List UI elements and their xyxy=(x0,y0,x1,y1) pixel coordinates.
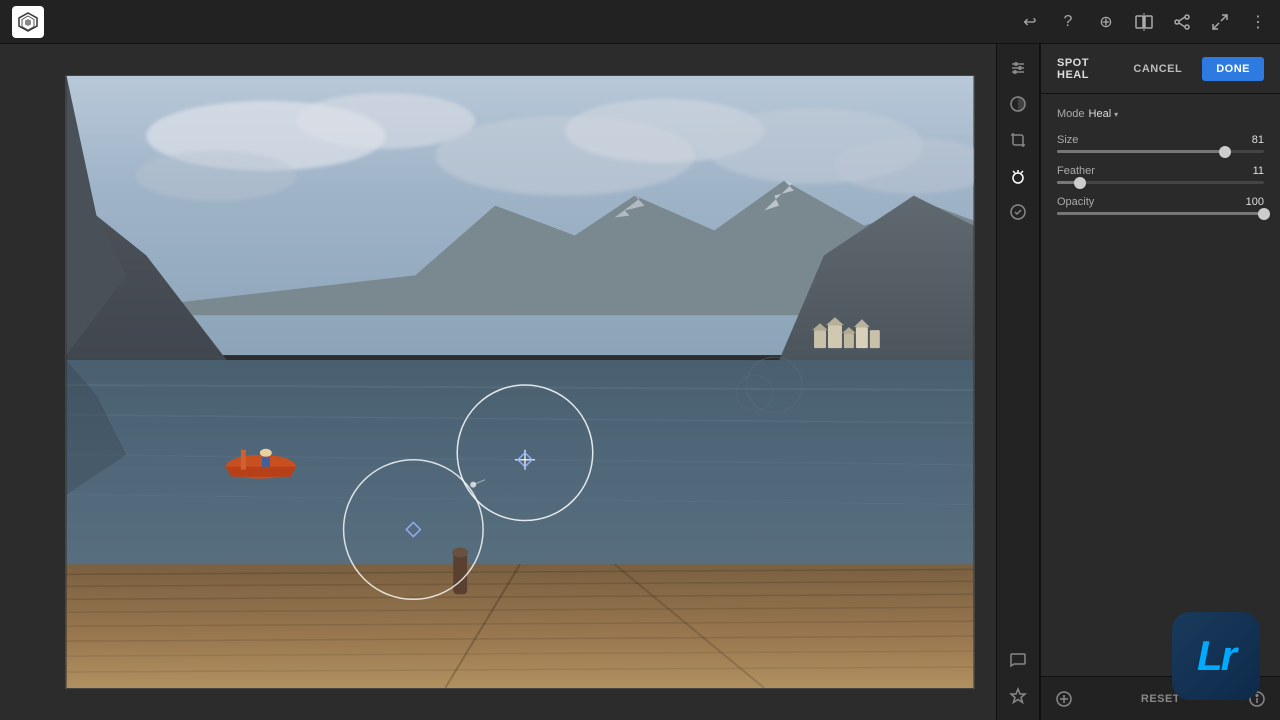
expand-icon[interactable] xyxy=(1210,12,1230,32)
controls-section: Mode Heal ▾ Size 81 F xyxy=(1041,94,1280,676)
compare-icon[interactable] xyxy=(1134,12,1154,32)
opacity-slider-thumb[interactable] xyxy=(1258,208,1270,220)
size-value: 81 xyxy=(1252,134,1264,146)
help-icon[interactable]: ? xyxy=(1058,12,1078,32)
mode-value-text: Heal xyxy=(1089,108,1112,120)
main-area: SPOT HEAL CANCEL DONE Mode Heal ▾ Size 8… xyxy=(0,44,1280,720)
app-logo xyxy=(12,6,44,38)
topbar-icons: ↩ ? ⊕ ⋮ xyxy=(1020,12,1268,32)
canvas-area xyxy=(0,44,1040,720)
feather-slider-row: Feather 11 xyxy=(1057,165,1264,184)
color-icon[interactable] xyxy=(1002,88,1034,120)
done-button[interactable]: DONE xyxy=(1202,57,1264,81)
opacity-label: Opacity xyxy=(1057,196,1094,208)
preset-icon[interactable] xyxy=(1002,196,1034,228)
comments-icon[interactable] xyxy=(1002,644,1034,676)
feather-slider-header: Feather 11 xyxy=(1057,165,1264,177)
size-label: Size xyxy=(1057,134,1078,146)
star-icon[interactable] xyxy=(1002,680,1034,712)
size-slider-header: Size 81 xyxy=(1057,134,1264,146)
opacity-value: 100 xyxy=(1246,196,1264,208)
spot-heal-header: SPOT HEAL CANCEL DONE xyxy=(1041,44,1280,94)
lr-text: Lr xyxy=(1197,632,1235,680)
spot-heal-title: SPOT HEAL xyxy=(1057,57,1113,81)
opacity-slider-fill xyxy=(1057,212,1264,215)
opacity-slider-row: Opacity 100 xyxy=(1057,196,1264,215)
feather-value: 11 xyxy=(1253,165,1264,177)
size-slider-thumb[interactable] xyxy=(1219,146,1231,158)
reset-button[interactable]: RESET xyxy=(1141,693,1180,705)
mode-row: Mode Heal ▾ xyxy=(1057,108,1264,120)
photo-canvas xyxy=(66,76,974,688)
feather-slider-track[interactable] xyxy=(1057,181,1264,184)
opacity-slider-track[interactable] xyxy=(1057,212,1264,215)
size-slider-track[interactable] xyxy=(1057,150,1264,153)
healing-brush-icon[interactable] xyxy=(1002,160,1034,192)
topbar: ↩ ? ⊕ ⋮ xyxy=(0,0,1280,44)
side-icon-strip xyxy=(996,44,1040,720)
size-slider-fill xyxy=(1057,150,1225,153)
crop-icon[interactable] xyxy=(1002,124,1034,156)
undo-icon[interactable]: ↩ xyxy=(1020,12,1040,32)
chevron-down-icon: ▾ xyxy=(1114,110,1118,119)
mode-value[interactable]: Heal ▾ xyxy=(1089,108,1119,120)
opacity-slider-header: Opacity 100 xyxy=(1057,196,1264,208)
share-icon[interactable] xyxy=(1172,12,1192,32)
adjustments-icon[interactable] xyxy=(1002,52,1034,84)
more-icon[interactable]: ⋮ xyxy=(1248,12,1268,32)
cancel-button[interactable]: CANCEL xyxy=(1123,57,1192,81)
photo-container[interactable] xyxy=(65,75,975,689)
feather-label: Feather xyxy=(1057,165,1095,177)
lr-badge: Lr xyxy=(1172,612,1260,700)
size-slider-row: Size 81 xyxy=(1057,134,1264,153)
feather-slider-thumb[interactable] xyxy=(1074,177,1086,189)
heal-tool-icon[interactable] xyxy=(1055,690,1073,708)
add-icon[interactable]: ⊕ xyxy=(1096,12,1116,32)
mode-label: Mode xyxy=(1057,108,1085,120)
